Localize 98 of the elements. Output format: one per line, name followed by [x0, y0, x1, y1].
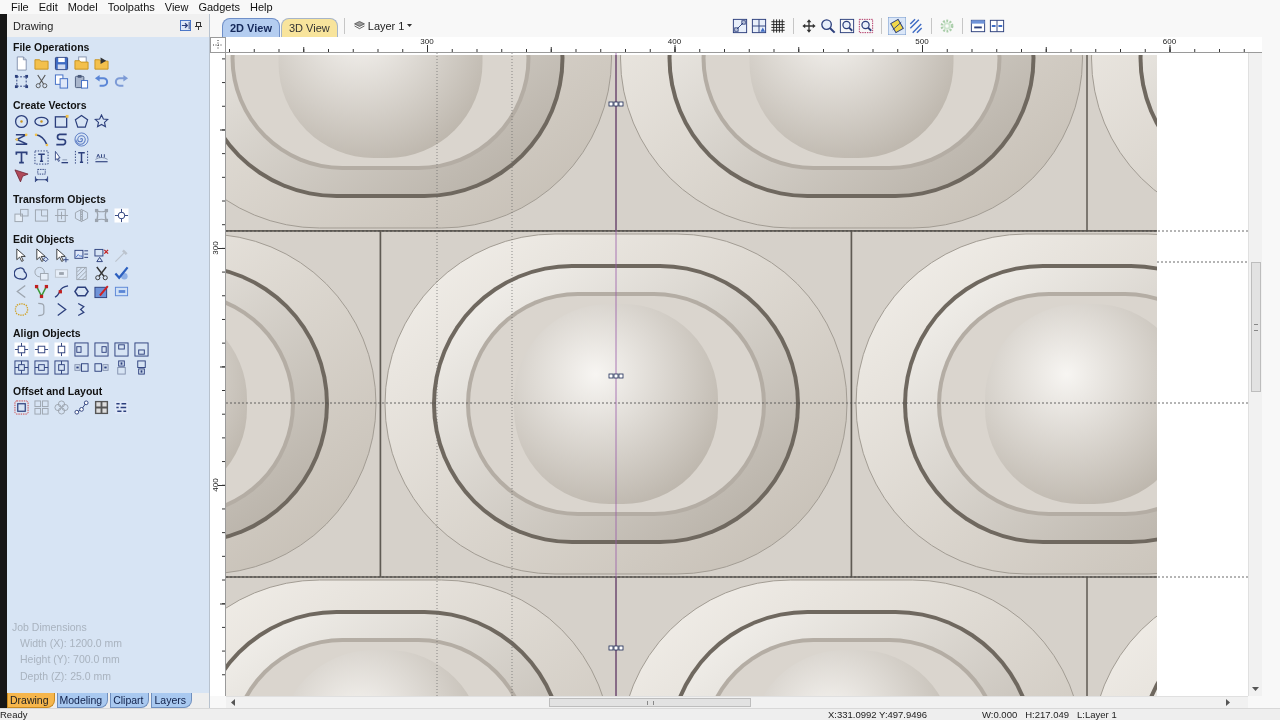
zigzag-line-icon[interactable]: [14, 131, 29, 147]
right-arrow-icon[interactable]: [1226, 699, 1230, 706]
vertical-box-icon[interactable]: [54, 359, 69, 375]
center-box-icon[interactable]: [14, 359, 29, 375]
tick-brush-icon[interactable]: [114, 265, 129, 281]
crosshair-icon[interactable]: [114, 207, 129, 223]
rectangle-icon[interactable]: [54, 113, 69, 129]
panel-tab[interactable]: Modeling: [56, 693, 109, 708]
ruler-label: 300: [420, 37, 434, 46]
circle-icon[interactable]: [14, 113, 29, 129]
ruler-corner-icon[interactable]: [210, 37, 226, 53]
text-frame-icon[interactable]: [34, 149, 49, 165]
view-tab[interactable]: 2D View: [222, 18, 280, 37]
status-message: Ready: [0, 709, 29, 720]
tilted-sheet-icon[interactable]: [888, 16, 907, 35]
node-pointer-icon[interactable]: [54, 247, 69, 263]
section-title: File Operations: [13, 40, 91, 54]
scissors-icon[interactable]: [94, 265, 109, 281]
text-tool-icon[interactable]: [14, 149, 29, 165]
node-pointer-icon[interactable]: [34, 247, 49, 263]
horizontal-center-icon[interactable]: [34, 341, 49, 357]
star-icon[interactable]: [94, 113, 109, 129]
selection-size: H:217.049: [1025, 709, 1070, 720]
node-square-icon[interactable]: [731, 16, 750, 35]
layer-indicator: L:Layer 1: [1077, 709, 1117, 720]
scattered-shapes-icon[interactable]: [114, 399, 129, 415]
align-top-icon[interactable]: [114, 341, 129, 357]
arc-icon[interactable]: [34, 131, 49, 147]
align-right-icon[interactable]: [94, 341, 109, 357]
section-title: Transform Objects: [13, 192, 107, 206]
selection-frame-icon[interactable]: [14, 73, 29, 89]
merged-shape-icon[interactable]: [14, 265, 29, 281]
ruler-label: 400: [667, 37, 682, 46]
panel-tab[interactable]: Drawing: [7, 693, 55, 708]
menu-item[interactable]: Help: [250, 0, 273, 14]
menu-item[interactable]: File: [11, 0, 29, 14]
zoom-icon[interactable]: [819, 16, 838, 35]
cone-pointer-icon[interactable]: [14, 167, 29, 183]
dimension-icon[interactable]: [34, 167, 49, 183]
menu-item[interactable]: Gadgets: [198, 0, 240, 14]
curve-node-icon[interactable]: [54, 283, 69, 299]
section-title: Offset and Layout: [13, 384, 104, 398]
align-left-icon[interactable]: [74, 341, 89, 357]
caret-icon: [407, 24, 413, 27]
ruler-label: 500: [915, 37, 929, 46]
ruler-label: 400: [211, 478, 220, 492]
pen-box-icon[interactable]: [94, 283, 109, 299]
node-edit-icon[interactable]: [34, 283, 49, 299]
layer-dropdown[interactable]: Layer 1: [353, 17, 413, 34]
grid-icon[interactable]: [769, 16, 788, 35]
node-chain-icon[interactable]: [74, 399, 89, 415]
pointer-text-icon[interactable]: [54, 149, 69, 165]
selection-handle[interactable]: [608, 373, 624, 379]
down-arrow-icon[interactable]: [1252, 687, 1259, 691]
menu-item[interactable]: View: [164, 0, 189, 14]
clipboard-icon[interactable]: [74, 73, 89, 89]
layers-icon: [353, 21, 365, 30]
auto-hide-icon[interactable]: [180, 20, 191, 31]
folder-arrow-icon[interactable]: [94, 55, 109, 71]
pentagon-icon[interactable]: [74, 113, 89, 129]
ruler-label: 600: [1162, 37, 1177, 46]
pin-icon[interactable]: [195, 21, 202, 30]
menu-item[interactable]: Edit: [38, 0, 58, 14]
zoom-selection-icon[interactable]: [857, 16, 876, 35]
zoom-box-icon[interactable]: [838, 16, 857, 35]
dotted-blob-icon[interactable]: [14, 301, 29, 317]
center-align-icon[interactable]: [14, 341, 29, 357]
s-curve-icon[interactable]: [54, 131, 69, 147]
quadrant-icon[interactable]: [750, 16, 769, 35]
shape-delete-icon[interactable]: [94, 247, 109, 263]
scrollbar-thumb[interactable]: [549, 698, 751, 707]
section-title: Create Vectors: [13, 98, 88, 112]
menu-item[interactable]: Toolpaths: [107, 0, 155, 14]
section-title: Align Objects: [13, 326, 82, 340]
horizontal-box-icon[interactable]: [34, 359, 49, 375]
panel-tab[interactable]: Layers: [151, 693, 192, 708]
copy-icon[interactable]: [54, 73, 69, 89]
align-bottom-icon[interactable]: [134, 341, 149, 357]
stacked-boxes-icon[interactable]: [114, 359, 129, 375]
view-tab[interactable]: 3D View: [281, 18, 338, 37]
left-arrow-icon[interactable]: [231, 699, 235, 706]
text-spacing-icon[interactable]: [74, 149, 89, 165]
selection-handle[interactable]: [608, 645, 624, 651]
cursor-coordinates: X:331.0992 Y:497.9496: [828, 709, 929, 720]
panel-tab[interactable]: Clipart: [110, 693, 150, 708]
ruler-label: 300: [211, 241, 220, 255]
menu-item[interactable]: Model: [67, 0, 98, 14]
nesting-grid-icon[interactable]: [94, 399, 109, 415]
stacked-boxes-icon[interactable]: [134, 359, 149, 375]
arrow-pointer-icon[interactable]: [14, 247, 29, 263]
scrollbar-thumb[interactable]: [1250, 262, 1261, 392]
selection-handle[interactable]: [608, 101, 624, 107]
scissors-icon[interactable]: [34, 73, 49, 89]
offset-square-icon[interactable]: [14, 399, 29, 415]
section-title: Edit Objects: [13, 232, 76, 246]
vertical-center-icon[interactable]: [54, 341, 69, 357]
panel-title: Drawing: [13, 19, 54, 32]
selection-size: W:0.000: [982, 709, 1018, 720]
